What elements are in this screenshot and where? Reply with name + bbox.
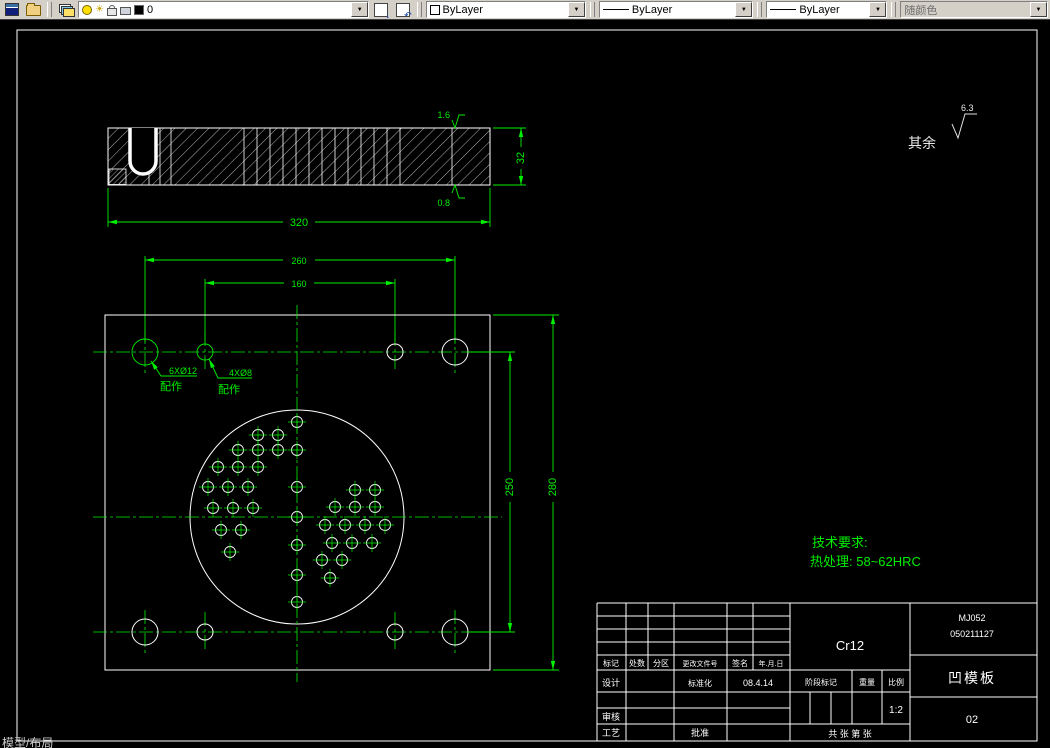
tb-code1: MJ052 — [958, 613, 985, 623]
label-holes-small: 4XØ8 — [229, 368, 252, 378]
top-toolbar: ☀ 0 ▼ ↓ ↶ ByLayer ▼ ByLayer ▼ ByLayer ▼ … — [0, 0, 1050, 20]
tb-stage-mark-label: 阶段标记 — [805, 677, 837, 687]
roughness-symbol-top — [451, 114, 465, 130]
layer-combo[interactable]: ☀ 0 ▼ — [77, 1, 370, 18]
lineweight-combo[interactable]: ByLayer ▼ — [766, 1, 888, 18]
linetype-sample-icon — [602, 9, 629, 10]
color-value: ByLayer — [442, 3, 483, 16]
tb-header-sign: 签名 — [732, 658, 748, 668]
tb-material: Cr12 — [836, 638, 864, 653]
dim-320-group: 320 — [107, 188, 491, 229]
tb-weight-label: 重量 — [859, 677, 875, 687]
slot-notch — [128, 128, 158, 176]
toolbar-grip[interactable] — [757, 2, 763, 17]
color-swatch — [429, 4, 440, 15]
layer-previous-button[interactable]: ↶ — [393, 2, 413, 19]
tb-standardize-label: 标准化 — [688, 678, 712, 688]
plan-view[interactable]: 260 160 6XØ12 配作 4XØ8 配作 250 280 — [93, 256, 559, 682]
label-holes-large: 6XØ12 — [169, 366, 197, 376]
tb-scale-label: 比例 — [888, 677, 904, 687]
layer-color-swatch — [133, 4, 144, 15]
roughness-bottom-value: 0.8 — [437, 198, 450, 208]
punch-hole-pattern — [199, 413, 394, 611]
toolbar-grip[interactable] — [891, 2, 897, 17]
tb-header-changefile: 更改文件号 — [683, 659, 718, 668]
section-view[interactable]: 1.6 0.8 32 — [107, 110, 527, 208]
cad-drawing[interactable]: 1.6 0.8 32 320 260 160 6XØ12 配作 4XØ8 配作 … — [0, 20, 1050, 748]
layer-freeze-sun-icon: ☀ — [94, 3, 104, 15]
dense-hatch-block — [108, 168, 127, 185]
roughness-symbol-bottom — [451, 183, 465, 199]
layer-plot-icon — [119, 7, 131, 15]
layer-combo-arrow[interactable]: ▼ — [351, 2, 369, 17]
drawing-canvas[interactable]: 1.6 0.8 32 320 260 160 6XØ12 配作 4XØ8 配作 … — [0, 20, 1050, 748]
tb-sheets-note: 共 张 第 张 — [828, 728, 872, 739]
layout-tabs-fragment[interactable]: 模型/布局1 — [2, 737, 54, 748]
roughness-rest-label: 其余 — [908, 135, 936, 151]
color-combo[interactable]: ByLayer ▼ — [425, 1, 586, 18]
dim-inner-span: 160 — [291, 279, 306, 289]
sheet-back-icon: ↶ — [395, 2, 412, 19]
tb-header-zone: 分区 — [653, 659, 669, 668]
layer-properties-button[interactable] — [56, 2, 76, 18]
tb-sheet-number: 02 — [966, 714, 978, 726]
tech-requirements: 技术要求: 热处理: 58~62HRC — [810, 535, 921, 569]
dim-bolt-span: 260 — [291, 256, 306, 266]
tech-req-title: 技术要求: — [812, 535, 868, 550]
dim-thickness: 32 — [515, 152, 527, 164]
tb-header-date: 年.月.日 — [759, 659, 784, 668]
layer-lock-icon — [106, 4, 117, 16]
dim-width: 320 — [290, 217, 308, 229]
plotstyle-combo-arrow: ▼ — [1030, 2, 1048, 17]
lineweight-value: ByLayer — [799, 3, 840, 16]
tech-req-line1: 热处理: 58~62HRC — [810, 554, 921, 569]
tb-approve-label: 批准 — [691, 727, 709, 738]
folder-icon — [26, 3, 41, 16]
plotstyle-combo: 随颜色 ▼ — [900, 1, 1049, 18]
tb-code2: 050211127 — [950, 629, 994, 639]
toolbar-grip[interactable] — [47, 2, 53, 17]
title-block: 标记 处数 分区 更改文件号 签名 年.月.日 设计 标准化 08.4.14 审… — [596, 602, 1037, 741]
plotstyle-value: 随颜色 — [904, 4, 938, 17]
tb-review-label: 审核 — [602, 711, 620, 722]
tb-part-name: 凹模板 — [948, 670, 996, 686]
lineweight-combo-arrow[interactable]: ▼ — [869, 2, 887, 17]
tb-header-count: 处数 — [629, 658, 645, 668]
window-icon — [4, 3, 19, 16]
general-roughness: 其余 6.3 — [908, 103, 977, 151]
label-holes-small-note: 配作 — [218, 383, 240, 396]
roughness-check-icon — [951, 113, 977, 140]
linetype-combo[interactable]: ByLayer ▼ — [598, 1, 754, 18]
tb-scale-value: 1:2 — [889, 705, 903, 716]
dim-height: 280 — [547, 478, 559, 496]
layer-on-bulb-icon — [81, 4, 92, 15]
tb-process-label: 工艺 — [602, 728, 620, 738]
open-icon[interactable] — [24, 2, 44, 18]
lineweight-sample-icon — [770, 9, 797, 10]
roughness-top-value: 1.6 — [437, 110, 450, 120]
tb-header-mark: 标记 — [603, 658, 619, 668]
sheet-arrow-icon: ↓ — [374, 2, 390, 19]
toolbar-grip[interactable] — [416, 2, 422, 17]
make-object-layer-current-button[interactable]: ↓ — [371, 2, 391, 19]
label-holes-large-note: 配作 — [160, 380, 182, 393]
layers-icon — [59, 3, 76, 17]
layer-name: 0 — [146, 3, 154, 16]
dim-bolt-vspan: 250 — [504, 478, 516, 496]
roughness-rest-value: 6.3 — [961, 103, 974, 113]
toolbar-grip[interactable] — [589, 2, 595, 17]
color-combo-arrow[interactable]: ▼ — [567, 2, 585, 17]
tb-design-label: 设计 — [602, 677, 620, 688]
linetype-value: ByLayer — [631, 3, 673, 16]
linetype-combo-arrow[interactable]: ▼ — [735, 2, 753, 17]
tb-date-value: 08.4.14 — [743, 678, 773, 688]
app-window-icon[interactable] — [2, 2, 22, 18]
